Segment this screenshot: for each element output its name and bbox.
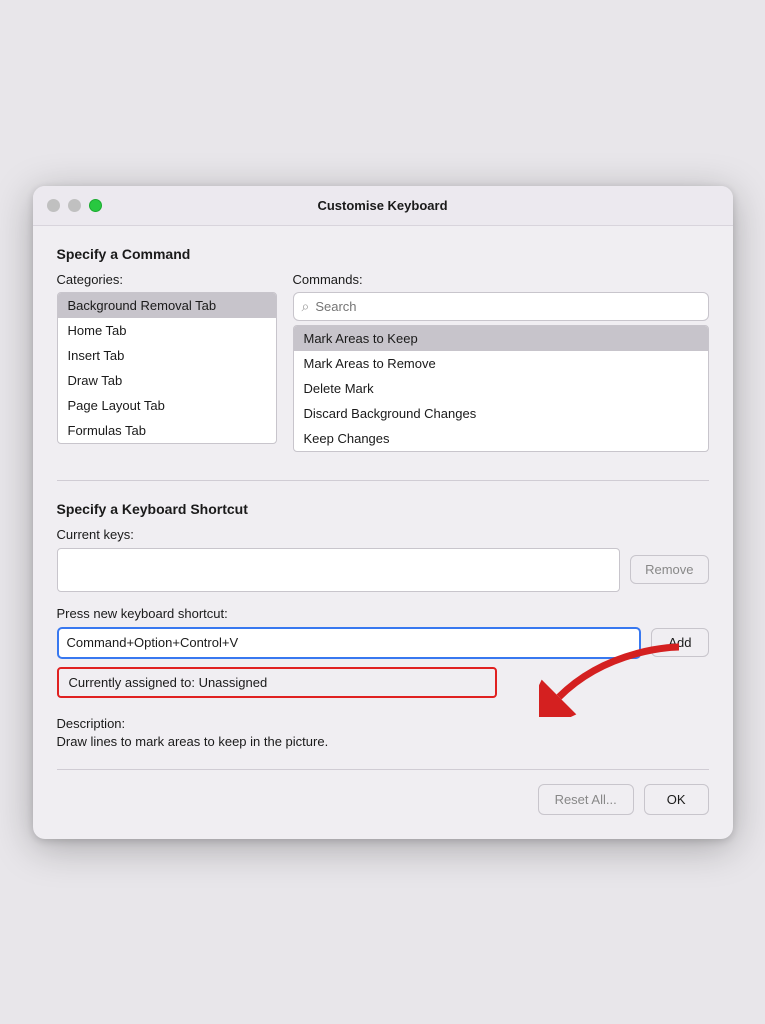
traffic-lights xyxy=(47,199,102,212)
red-arrow xyxy=(539,637,699,717)
command-list: Mark Areas to Keep Mark Areas to Remove … xyxy=(293,325,709,452)
current-keys-field[interactable] xyxy=(57,548,621,592)
categories-label: Categories: xyxy=(57,272,277,287)
command-item-remove[interactable]: Mark Areas to Remove xyxy=(294,351,708,376)
bottom-buttons: Reset All... OK xyxy=(57,784,709,815)
content-area: Specify a Command Categories: Background… xyxy=(33,226,733,839)
command-section: Specify a Command Categories: Background… xyxy=(57,246,709,452)
command-item-discard[interactable]: Discard Background Changes xyxy=(294,401,708,426)
command-columns: Categories: Background Removal Tab Home … xyxy=(57,272,709,452)
command-section-title: Specify a Command xyxy=(57,246,709,262)
shortcut-section-title: Specify a Keyboard Shortcut xyxy=(57,501,709,517)
command-item-keep[interactable]: Mark Areas to Keep xyxy=(294,326,708,351)
shortcut-section: Specify a Keyboard Shortcut Current keys… xyxy=(57,501,709,749)
search-input[interactable] xyxy=(315,299,699,314)
section-divider xyxy=(57,480,709,481)
search-icon: ⌕ xyxy=(302,298,310,315)
description-section: Description: Draw lines to mark areas to… xyxy=(57,716,709,749)
categories-column: Categories: Background Removal Tab Home … xyxy=(57,272,277,452)
bottom-divider xyxy=(57,769,709,770)
command-item-keep-changes[interactable]: Keep Changes xyxy=(294,426,708,451)
category-list: Background Removal Tab Home Tab Insert T… xyxy=(57,292,277,444)
window-title: Customise Keyboard xyxy=(317,198,447,213)
assigned-area: Currently assigned to: Unassigned xyxy=(57,667,709,710)
category-item-background[interactable]: Background Removal Tab xyxy=(58,293,276,318)
category-item-insert[interactable]: Insert Tab xyxy=(58,343,276,368)
current-keys-label: Current keys: xyxy=(57,527,709,542)
commands-column: Commands: ⌕ Mark Areas to Keep Mark Area… xyxy=(293,272,709,452)
category-item-pagelayout[interactable]: Page Layout Tab xyxy=(58,393,276,418)
minimize-button[interactable] xyxy=(68,199,81,212)
commands-label: Commands: xyxy=(293,272,709,287)
command-item-delete[interactable]: Delete Mark xyxy=(294,376,708,401)
titlebar: Customise Keyboard xyxy=(33,186,733,226)
ok-button[interactable]: OK xyxy=(644,784,709,815)
assigned-to-box: Currently assigned to: Unassigned xyxy=(57,667,497,698)
reset-all-button: Reset All... xyxy=(538,784,634,815)
category-item-formulas[interactable]: Formulas Tab xyxy=(58,418,276,443)
remove-button: Remove xyxy=(630,555,708,584)
category-item-draw[interactable]: Draw Tab xyxy=(58,368,276,393)
close-button[interactable] xyxy=(47,199,60,212)
maximize-button[interactable] xyxy=(89,199,102,212)
category-item-home[interactable]: Home Tab xyxy=(58,318,276,343)
description-label: Description: xyxy=(57,716,709,731)
description-text: Draw lines to mark areas to keep in the … xyxy=(57,734,709,749)
main-window: Customise Keyboard Specify a Command Cat… xyxy=(33,186,733,839)
press-shortcut-label: Press new keyboard shortcut: xyxy=(57,606,709,621)
current-keys-row: Remove xyxy=(57,548,709,592)
search-box: ⌕ xyxy=(293,292,709,321)
